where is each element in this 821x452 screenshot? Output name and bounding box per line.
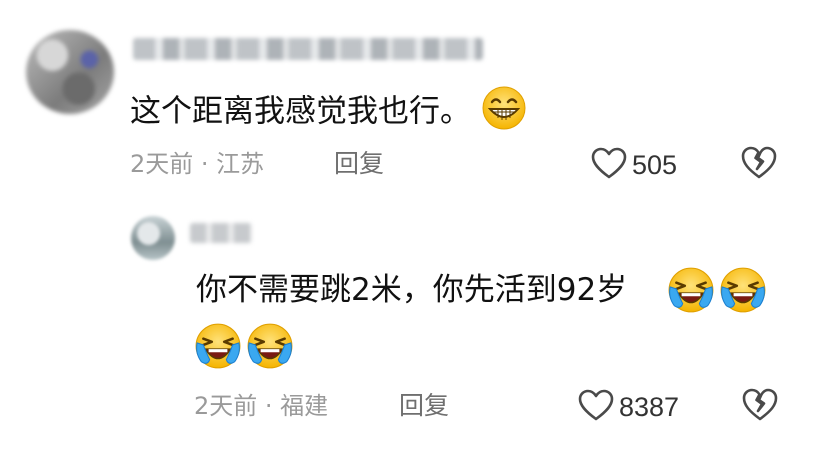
timestamp: 2天前 xyxy=(194,392,258,420)
heart-icon xyxy=(577,388,615,426)
comment-body: 你不需要跳2米，你先活到92岁 xyxy=(196,272,628,308)
rolling-laughing-icon xyxy=(194,322,242,374)
comment-text: 你不需要跳2米，你先活到92岁 xyxy=(196,270,627,310)
reply-button[interactable]: 回复 xyxy=(399,391,449,421)
comment-body: 这个距离我感觉我也行。 xyxy=(130,93,471,130)
username-blurred[interactable] xyxy=(190,223,252,243)
heart-icon xyxy=(590,146,628,184)
dislike-button[interactable] xyxy=(740,144,778,184)
broken-heart-icon xyxy=(741,388,779,426)
meta-separator: · xyxy=(257,392,281,420)
comment-meta: 2天前 · 福建 xyxy=(194,391,328,421)
grinning-face-icon xyxy=(481,85,527,141)
comment-meta: 2天前 · 江苏 xyxy=(130,149,264,179)
rolling-laughing-icon xyxy=(667,266,715,318)
reply-button[interactable]: 回复 xyxy=(334,149,384,179)
timestamp: 2天前 xyxy=(130,150,194,178)
like-button[interactable]: 505 xyxy=(590,146,677,184)
like-count: 505 xyxy=(632,150,678,180)
dislike-button[interactable] xyxy=(741,386,779,426)
rolling-laughing-icon xyxy=(246,322,294,374)
location: 江苏 xyxy=(216,150,265,178)
like-count: 8387 xyxy=(619,392,680,422)
rolling-laughing-icon xyxy=(719,266,767,318)
avatar[interactable] xyxy=(26,30,114,114)
like-button[interactable]: 8387 xyxy=(577,388,679,426)
username-blurred[interactable] xyxy=(133,38,483,60)
broken-heart-icon xyxy=(740,146,778,184)
avatar[interactable] xyxy=(131,216,175,260)
comment-text: 这个距离我感觉我也行。 xyxy=(130,85,527,141)
location: 福建 xyxy=(280,392,329,420)
meta-separator: · xyxy=(193,150,217,178)
